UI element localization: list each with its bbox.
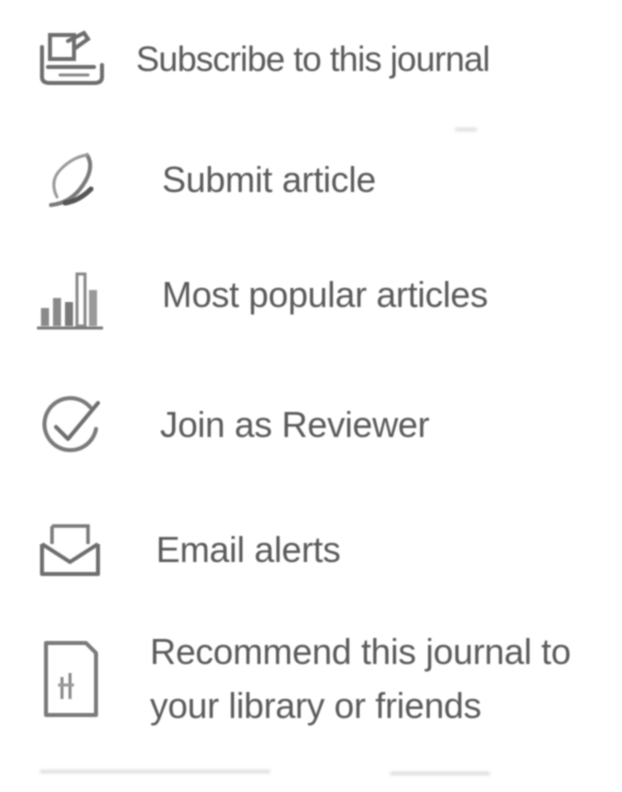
join-as-reviewer-link[interactable]: Join as Reviewer [30,385,430,465]
submit-article-link[interactable]: Submit article [30,140,376,220]
document-icon [30,639,110,719]
envelope-icon [30,510,110,590]
recommend-journal-link[interactable]: Recommend this journal to your library o… [30,625,580,733]
subscribe-journal-label: Subscribe to this journal [136,40,490,79]
recommend-journal-label: Recommend this journal to your library o… [150,631,571,726]
checkmark-circle-icon [30,385,110,465]
journal-actions-menu: Subscribe to this journal Submit article… [0,0,622,792]
email-alerts-label: Email alerts [156,529,341,570]
pen-nib-icon [30,140,110,220]
divider [390,772,490,775]
subscribe-journal-link[interactable]: Subscribe to this journal [30,20,490,100]
divider [455,128,477,131]
join-as-reviewer-label: Join as Reviewer [160,404,430,445]
most-popular-articles-label: Most popular articles [162,274,488,315]
email-alerts-link[interactable]: Email alerts [30,510,341,590]
submit-article-label: Submit article [162,159,376,200]
divider [40,770,270,773]
subscribe-journal-icon [30,20,110,100]
most-popular-articles-link[interactable]: Most popular articles [30,255,488,335]
bar-chart-icon [30,255,110,335]
